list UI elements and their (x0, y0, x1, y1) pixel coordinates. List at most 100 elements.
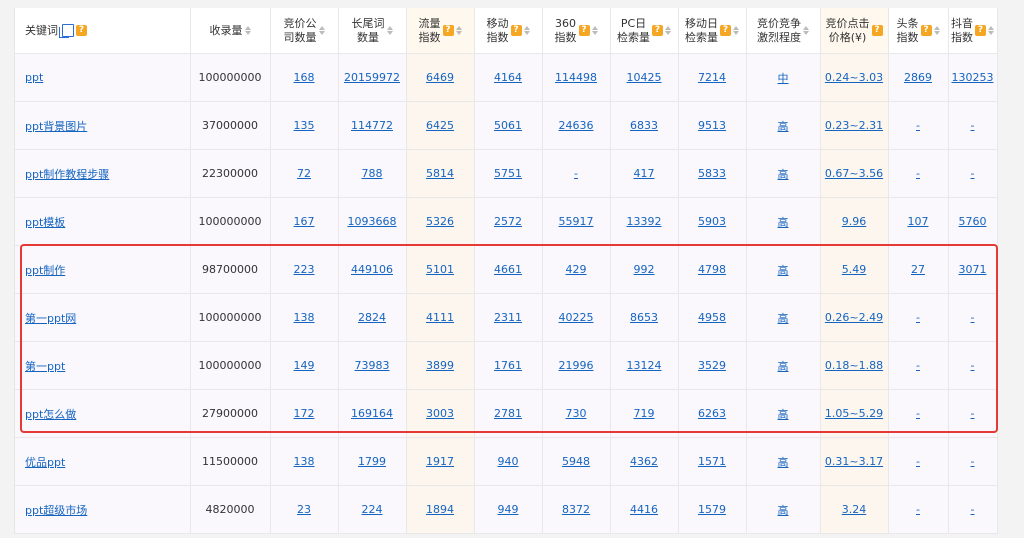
cell-link-mobile_daily[interactable]: 1579 (698, 503, 726, 516)
cell-link-bid_companies[interactable]: 138 (294, 311, 315, 324)
cell-link-douyin[interactable]: - (971, 167, 975, 180)
sort-icon[interactable] (933, 26, 940, 35)
cell-link-idx360[interactable]: 55917 (559, 215, 594, 228)
cell-link-mobile_daily[interactable]: 4958 (698, 311, 726, 324)
header-competition[interactable]: 竞价竞争 激烈程度 (746, 8, 821, 54)
cell-link-long_tail[interactable]: 788 (362, 167, 383, 180)
cell-link-douyin[interactable]: - (971, 455, 975, 468)
cell-link-keyword[interactable]: ppt制作教程步骤 (25, 168, 109, 181)
header-pc_daily[interactable]: PC日 检索量? (610, 8, 679, 54)
cell-link-cpc[interactable]: 1.05~5.29 (825, 407, 883, 420)
cell-link-toutiao[interactable]: - (916, 407, 920, 420)
cell-link-bid_companies[interactable]: 172 (294, 407, 315, 420)
cell-link-idx360[interactable]: 5948 (562, 455, 590, 468)
sort-icon[interactable] (386, 26, 393, 35)
cell-link-douyin[interactable]: - (971, 359, 975, 372)
cell-link-keyword[interactable]: 第一ppt网 (25, 312, 76, 325)
header-bid_companies[interactable]: 竞价公 司数量 (270, 8, 339, 54)
cell-link-idx360[interactable]: 40225 (559, 311, 594, 324)
help-icon[interactable]: ? (578, 25, 590, 36)
cell-link-keyword[interactable]: 第一ppt (25, 360, 65, 373)
sort-icon[interactable] (244, 26, 251, 35)
cell-link-traffic[interactable]: 3003 (426, 407, 454, 420)
cell-link-mobile[interactable]: 940 (498, 455, 519, 468)
cell-link-pc_daily[interactable]: 417 (634, 167, 655, 180)
cell-link-long_tail[interactable]: 2824 (358, 311, 386, 324)
cell-link-competition[interactable]: 高 (778, 360, 789, 373)
cell-link-bid_companies[interactable]: 167 (294, 215, 315, 228)
cell-link-keyword[interactable]: 优品ppt (25, 456, 65, 469)
cell-link-keyword[interactable]: ppt背景图片 (25, 120, 87, 133)
cell-link-douyin[interactable]: 3071 (959, 263, 987, 276)
cell-link-mobile[interactable]: 2311 (494, 311, 522, 324)
cell-link-mobile_daily[interactable]: 7214 (698, 71, 726, 84)
cell-link-long_tail[interactable]: 114772 (351, 119, 393, 132)
header-long_tail[interactable]: 长尾词 数量 (338, 8, 407, 54)
cell-link-keyword[interactable]: ppt模板 (25, 216, 65, 229)
cell-link-competition[interactable]: 高 (778, 264, 789, 277)
cell-link-keyword[interactable]: ppt制作 (25, 264, 65, 277)
cell-link-cpc[interactable]: 0.67~3.56 (825, 167, 883, 180)
cell-link-mobile_daily[interactable]: 5833 (698, 167, 726, 180)
cell-link-douyin[interactable]: - (971, 119, 975, 132)
cell-link-long_tail[interactable]: 1093668 (348, 215, 397, 228)
cell-link-cpc[interactable]: 3.24 (842, 503, 867, 516)
cell-link-traffic[interactable]: 5814 (426, 167, 454, 180)
cell-link-keyword[interactable]: ppt (25, 71, 43, 84)
cell-link-toutiao[interactable]: - (916, 455, 920, 468)
cell-link-pc_daily[interactable]: 992 (634, 263, 655, 276)
cell-link-keyword[interactable]: ppt怎么做 (25, 408, 76, 421)
help-icon[interactable]: ? (442, 25, 454, 36)
help-icon[interactable]: ? (871, 25, 883, 36)
cell-link-douyin[interactable]: - (971, 311, 975, 324)
cell-link-mobile[interactable]: 949 (498, 503, 519, 516)
cell-link-competition[interactable]: 高 (778, 312, 789, 325)
header-douyin[interactable]: 抖音 指数? (948, 8, 998, 54)
cell-link-competition[interactable]: 高 (778, 408, 789, 421)
cell-link-idx360[interactable]: - (574, 167, 578, 180)
cell-link-toutiao[interactable]: - (916, 167, 920, 180)
cell-link-long_tail[interactable]: 449106 (351, 263, 393, 276)
sort-icon[interactable] (803, 26, 809, 35)
cell-link-cpc[interactable]: 0.26~2.49 (825, 311, 883, 324)
cell-link-cpc[interactable]: 9.96 (842, 215, 867, 228)
help-icon[interactable]: ? (76, 25, 87, 36)
help-icon[interactable]: ? (975, 25, 986, 36)
cell-link-competition[interactable]: 高 (778, 504, 789, 517)
cell-link-idx360[interactable]: 114498 (555, 71, 597, 84)
cell-link-bid_companies[interactable]: 168 (294, 71, 315, 84)
cell-link-traffic[interactable]: 6425 (426, 119, 454, 132)
cell-link-toutiao[interactable]: - (916, 359, 920, 372)
cell-link-traffic[interactable]: 3899 (426, 359, 454, 372)
cell-link-bid_companies[interactable]: 223 (294, 263, 315, 276)
cell-link-mobile[interactable]: 5751 (494, 167, 522, 180)
sort-icon[interactable] (665, 26, 671, 35)
cell-link-long_tail[interactable]: 1799 (358, 455, 386, 468)
sort-icon[interactable] (591, 26, 598, 35)
cell-link-keyword[interactable]: ppt超级市场 (25, 504, 87, 517)
cell-link-toutiao[interactable]: 2869 (904, 71, 932, 84)
cell-link-long_tail[interactable]: 224 (362, 503, 383, 516)
cell-link-long_tail[interactable]: 169164 (351, 407, 393, 420)
cell-link-mobile[interactable]: 2572 (494, 215, 522, 228)
cell-link-bid_companies[interactable]: 23 (297, 503, 311, 516)
cell-link-cpc[interactable]: 0.31~3.17 (825, 455, 883, 468)
cell-link-pc_daily[interactable]: 6833 (630, 119, 658, 132)
cell-link-traffic[interactable]: 5326 (426, 215, 454, 228)
cell-link-traffic[interactable]: 6469 (426, 71, 454, 84)
cell-link-pc_daily[interactable]: 13124 (627, 359, 662, 372)
cell-link-traffic[interactable]: 1894 (426, 503, 454, 516)
cell-link-mobile_daily[interactable]: 9513 (698, 119, 726, 132)
cell-link-cpc[interactable]: 5.49 (842, 263, 867, 276)
cell-link-douyin[interactable]: 5760 (959, 215, 987, 228)
cell-link-idx360[interactable]: 730 (566, 407, 587, 420)
header-toutiao[interactable]: 头条 指数? (888, 8, 949, 54)
cell-link-pc_daily[interactable]: 8653 (630, 311, 658, 324)
cell-link-mobile[interactable]: 4661 (494, 263, 522, 276)
cell-link-mobile_daily[interactable]: 5903 (698, 215, 726, 228)
cell-link-idx360[interactable]: 8372 (562, 503, 590, 516)
header-mobile[interactable]: 移动 指数? (474, 8, 543, 54)
cell-link-traffic[interactable]: 4111 (426, 311, 454, 324)
cell-link-bid_companies[interactable]: 72 (297, 167, 311, 180)
header-idx360[interactable]: 360 指数? (542, 8, 611, 54)
